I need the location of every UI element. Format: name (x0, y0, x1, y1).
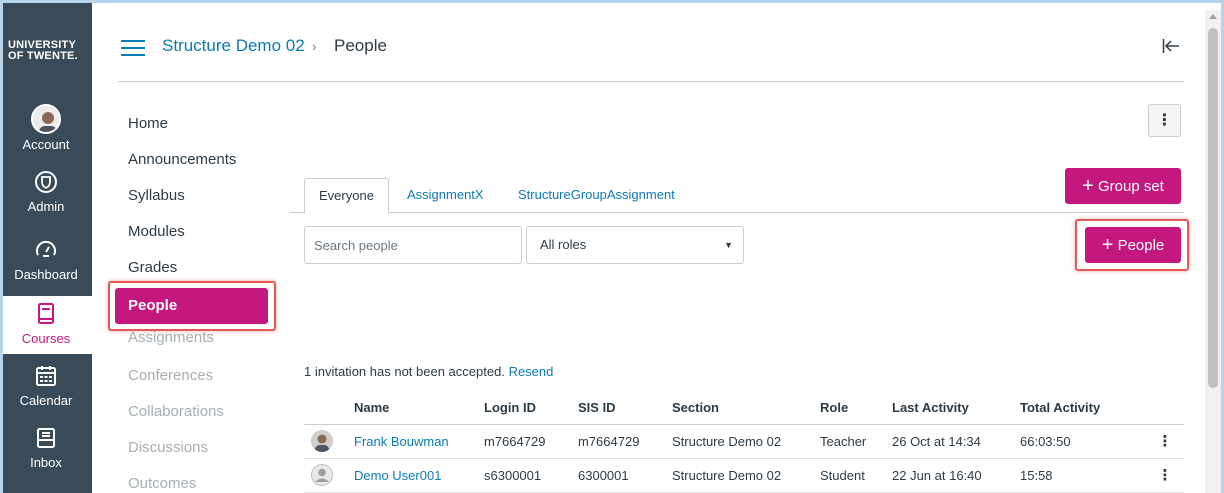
course-nav-outcomes[interactable]: Outcomes (115, 470, 280, 493)
tab-everyone[interactable]: Everyone (304, 178, 389, 214)
course-nav-discussions[interactable]: Discussions (115, 434, 280, 470)
course-nav-grades[interactable]: Grades (115, 254, 280, 284)
section: Structure Demo 02 (672, 458, 820, 493)
speedometer-icon (0, 238, 92, 265)
course-nav-home[interactable]: Home (115, 110, 280, 146)
book-icon (0, 302, 92, 329)
invitation-text: 1 invitation has not been accepted. (304, 364, 505, 379)
people-nav-highlight (108, 281, 276, 331)
sis-id: 6300001 (578, 458, 672, 493)
global-nav-inbox-label: Inbox (30, 455, 62, 470)
table-row: Demo User001 s6300001 6300001 Structure … (304, 458, 1184, 493)
row-options-button[interactable]: ⋮ (1146, 458, 1184, 493)
col-total-activity[interactable]: Total Activity (1020, 392, 1146, 425)
role-select[interactable]: All roles ▼ (526, 226, 744, 264)
global-nav-inbox[interactable]: Inbox (0, 426, 92, 478)
last-activity: 22 Jun at 16:40 (892, 458, 1020, 493)
course-nav-collaborations[interactable]: Collaborations (115, 398, 280, 434)
course-nav-modules[interactable]: Modules (115, 218, 280, 254)
col-name[interactable]: Name (354, 392, 484, 425)
scroll-up-arrow-icon[interactable] (1209, 14, 1217, 19)
course-nav-syllabus[interactable]: Syllabus (115, 182, 280, 218)
col-last-activity[interactable]: Last Activity (892, 392, 1020, 425)
col-login-id[interactable]: Login ID (484, 392, 578, 425)
global-nav-courses-label: Courses (21, 331, 71, 346)
course-nav-announcements[interactable]: Announcements (115, 146, 280, 182)
global-nav-courses[interactable]: Courses (0, 296, 92, 354)
user-avatar-placeholder[interactable] (311, 464, 333, 486)
user-name-link[interactable]: Demo User001 (354, 458, 484, 493)
global-nav-account-label: Account (22, 137, 70, 152)
global-nav: UNIVERSITY OF TWENTE. Account Admin Dash… (0, 0, 92, 493)
search-people-input[interactable] (304, 226, 522, 264)
role-select-value: All roles (540, 237, 587, 252)
logo-line-2: OF TWENTE. (8, 50, 78, 62)
global-nav-dashboard[interactable]: Dashboard (0, 238, 92, 290)
role: Student (820, 458, 892, 493)
breadcrumb-separator: › (312, 39, 317, 54)
breadcrumb-course-link[interactable]: Structure Demo 02 (162, 36, 305, 56)
last-activity: 26 Oct at 14:34 (892, 424, 1020, 459)
global-nav-calendar[interactable]: Calendar (0, 364, 92, 416)
login-id: m7664729 (484, 424, 578, 459)
user-name-link[interactable]: Frank Bouwman (354, 424, 484, 459)
inbox-icon (0, 426, 92, 453)
global-nav-dashboard-label: Dashboard (14, 267, 78, 282)
global-nav-account[interactable]: Account (0, 104, 92, 160)
course-nav-assignments[interactable]: Assignments (115, 330, 280, 362)
col-sis-id[interactable]: SIS ID (578, 392, 672, 425)
invitation-notice: 1 invitation has not been accepted. Rese… (304, 364, 553, 379)
breadcrumb-current: People (334, 36, 387, 55)
people-tabs: Everyone AssignmentX StructureGroupAssig… (290, 178, 1184, 214)
table-row: Frank Bouwman m7664729 m7664729 Structur… (304, 424, 1184, 459)
sis-id: m7664729 (578, 424, 672, 459)
total-activity: 66:03:50 (1020, 424, 1146, 459)
tab-assignmentx[interactable]: AssignmentX (407, 178, 484, 213)
user-avatar[interactable] (311, 430, 333, 452)
add-people-highlight (1075, 219, 1189, 271)
hamburger-menu-icon[interactable] (121, 39, 145, 62)
scrollbar-thumb[interactable] (1208, 28, 1218, 388)
collapse-sidebar-icon[interactable] (1162, 38, 1180, 59)
course-nav-conferences[interactable]: Conferences (115, 362, 280, 398)
dropdown-arrow-icon: ▼ (724, 240, 733, 250)
resend-link[interactable]: Resend (509, 364, 554, 379)
tab-structuregroupassignment[interactable]: StructureGroupAssignment (518, 178, 675, 213)
row-options-button[interactable]: ⋮ (1146, 424, 1184, 459)
global-nav-calendar-label: Calendar (19, 393, 73, 408)
global-nav-admin-label: Admin (27, 199, 65, 214)
col-section[interactable]: Section (672, 392, 820, 425)
table-header-row: Name Login ID SIS ID Section Role Last A… (304, 392, 1184, 425)
page-options-button[interactable]: ⋮ (1148, 104, 1181, 137)
col-avatar (304, 392, 354, 425)
global-nav-admin[interactable]: Admin (0, 170, 92, 222)
role: Teacher (820, 424, 892, 459)
section: Structure Demo 02 (672, 424, 820, 459)
login-id: s6300001 (484, 458, 578, 493)
col-role[interactable]: Role (820, 392, 892, 425)
page-scrollbar[interactable] (1205, 10, 1221, 493)
shield-icon (0, 170, 92, 197)
people-table: Name Login ID SIS ID Section Role Last A… (304, 392, 1184, 493)
calendar-icon (0, 364, 92, 391)
col-actions (1146, 392, 1184, 425)
page-header: Structure Demo 02 › People (118, 30, 1184, 82)
account-avatar (31, 104, 61, 134)
university-logo[interactable]: UNIVERSITY OF TWENTE. (0, 40, 92, 62)
total-activity: 15:58 (1020, 458, 1146, 493)
